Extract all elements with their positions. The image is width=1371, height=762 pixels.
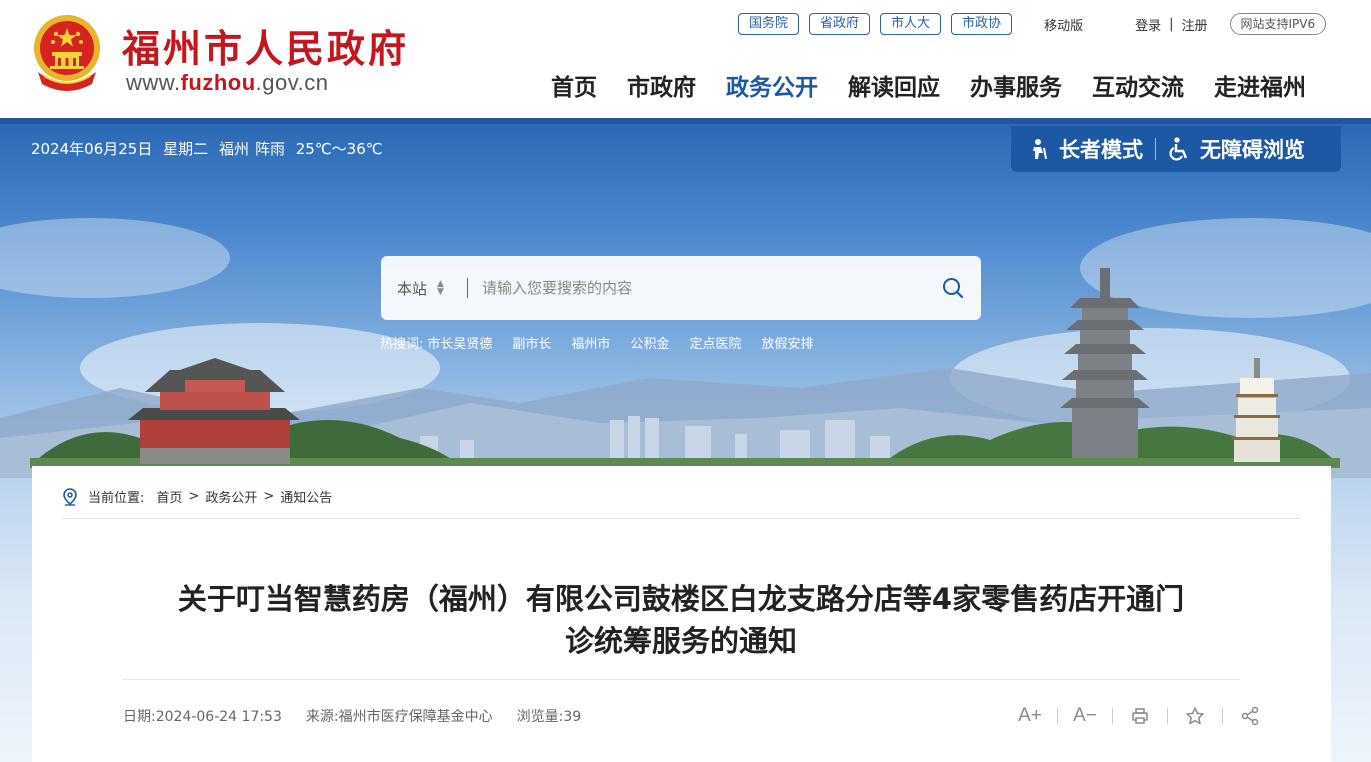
hot-word-vice-mayor[interactable]: 副市长 <box>512 333 551 352</box>
nav-municipal-gov[interactable]: 市政府 <box>627 68 696 102</box>
breadcrumb-home[interactable]: 首页 <box>156 487 182 506</box>
article-source-value: 福州市医疗保障基金中心 <box>338 709 493 725</box>
nav-interaction[interactable]: 互动交流 <box>1092 68 1184 102</box>
location-pin-icon <box>63 487 77 506</box>
print-button[interactable] <box>1125 703 1155 729</box>
breadcrumb-gov-affairs[interactable]: 政务公开 <box>205 487 257 506</box>
publish-date-value: 2024-06-24 17:53 <box>155 709 282 725</box>
site-title: 福州市人民政府 <box>122 26 410 71</box>
article-source-label: 来源: <box>305 709 339 725</box>
link-provincial-gov[interactable]: 省政府 <box>809 13 871 35</box>
breadcrumb: 当前位置: 首页 > 政务公开 > 通知公告 <box>62 487 332 506</box>
breadcrumb-separator: > <box>263 489 275 504</box>
url-highlight: fuzhou <box>180 70 256 95</box>
favorite-button[interactable] <box>1180 703 1210 729</box>
mobile-version-link[interactable]: 移动版 <box>1044 15 1083 34</box>
register-link[interactable]: 注册 <box>1181 15 1207 34</box>
print-icon <box>1132 708 1148 724</box>
article-card: 当前位置: 首页 > 政务公开 > 通知公告 关于叮当智慧药房（福州）有限公司鼓… <box>32 466 1331 762</box>
link-state-council[interactable]: 国务院 <box>738 13 800 35</box>
hot-word-mayor[interactable]: 市长吴贤德 <box>427 333 492 352</box>
link-municipal-congress[interactable]: 市人大 <box>880 13 942 35</box>
date-text: 2024年06月25日 <box>31 140 153 158</box>
search-icon <box>943 278 964 299</box>
breadcrumb-prefix: 当前位置: <box>88 491 145 506</box>
nav-home[interactable]: 首页 <box>551 68 597 102</box>
font-increase-button[interactable]: A+ <box>1015 703 1045 729</box>
link-municipal-cppcc[interactable]: 市政协 <box>951 13 1013 35</box>
tool-divider <box>1057 708 1058 724</box>
tool-divider <box>1222 708 1223 724</box>
breadcrumb-separator: > <box>188 489 200 504</box>
hot-word-fuzhou[interactable]: 福州市 <box>571 333 610 352</box>
star-icon <box>1186 707 1204 725</box>
share-button[interactable] <box>1235 703 1265 729</box>
article-title-line2: 诊统筹服务的通知 <box>564 624 797 658</box>
wheelchair-icon <box>1169 137 1188 161</box>
weather-text: 阵雨 <box>254 140 285 158</box>
hot-word-housing-fund[interactable]: 公积金 <box>630 333 669 352</box>
article-meta: 日期:2024-06-24 17:53 来源:福州市医疗保障基金中心 浏览量:3… <box>123 706 605 726</box>
weekday-text: 星期二 <box>163 140 209 158</box>
tool-divider <box>1167 708 1168 724</box>
view-count: 浏览量:39 <box>517 706 582 726</box>
accessibility-modes: 长者模式 无障碍浏览 <box>1011 126 1341 172</box>
nav-gov-affairs-open[interactable]: 政务公开 <box>726 68 818 102</box>
search-divider <box>467 278 468 298</box>
elder-mode-button[interactable]: 长者模式 <box>1029 134 1143 164</box>
login-link[interactable]: 登录 <box>1135 15 1161 34</box>
hot-search-label: 热搜词: <box>380 337 424 352</box>
site-header: 福州市人民政府 www.fuzhou.gov.cn 国务院 省政府 市人大 市政… <box>0 0 1371 118</box>
search-input[interactable] <box>482 279 925 297</box>
nav-about-fuzhou[interactable]: 走进福州 <box>1214 68 1306 102</box>
hot-word-hospital[interactable]: 定点医院 <box>689 333 741 352</box>
city-text: 福州 <box>218 140 249 158</box>
search-scope-label: 本站 <box>397 279 428 298</box>
publish-date: 日期:2024-06-24 17:53 <box>123 706 282 726</box>
accessible-label: 无障碍浏览 <box>1200 138 1305 162</box>
top-links: 国务院 省政府 市人大 市政协 移动版 登录 | 注册 网站支持IPV6 <box>738 13 1327 35</box>
font-decrease-button[interactable]: A− <box>1070 703 1100 729</box>
view-count-label: 浏览量: <box>516 709 564 725</box>
hot-search-words: 热搜词: 市长吴贤德 副市长 福州市 公积金 定点医院 放假安排 <box>380 333 833 352</box>
site-url: www.fuzhou.gov.cn <box>126 70 328 96</box>
title-divider <box>122 679 1240 680</box>
article-title: 关于叮当智慧药房（福州）有限公司鼓楼区白龙支路分店等4家零售药店开通门 诊统筹服… <box>122 578 1240 662</box>
temperature-text: 25℃～36℃ <box>295 140 383 158</box>
mode-divider <box>1155 138 1156 160</box>
national-emblem-icon <box>34 15 100 91</box>
ipv6-badge: 网站支持IPV6 <box>1229 13 1327 35</box>
elder-mode-label: 长者模式 <box>1059 138 1143 162</box>
share-icon <box>1241 706 1259 726</box>
hot-word-holiday[interactable]: 放假安排 <box>761 333 813 352</box>
search-box: 本站 ▲ ▼ <box>381 256 981 320</box>
main-nav: 首页 市政府 政务公开 解读回应 办事服务 互动交流 走进福州 <box>551 68 1306 102</box>
article-title-line1: 关于叮当智慧药房（福州）有限公司鼓楼区白龙支路分店等4家零售药店开通门 <box>177 582 1185 616</box>
publish-date-label: 日期: <box>123 709 156 725</box>
article-tools: A+ A− <box>1015 703 1265 729</box>
article-source: 来源:福州市医疗保障基金中心 <box>306 706 493 726</box>
search-scope-select[interactable]: 本站 ▲ ▼ <box>381 278 467 299</box>
nav-interpretation[interactable]: 解读回应 <box>848 68 940 102</box>
elder-icon <box>1033 139 1047 160</box>
search-button[interactable] <box>925 256 981 320</box>
view-count-value: 39 <box>563 709 582 725</box>
tool-divider <box>1112 708 1113 724</box>
accessible-browse-button[interactable]: 无障碍浏览 <box>1168 134 1305 164</box>
sort-arrows-icon: ▲ ▼ <box>437 279 444 297</box>
date-weather: 2024年06月25日 星期二 福州 阵雨 25℃～36℃ <box>31 138 389 159</box>
nav-services[interactable]: 办事服务 <box>970 68 1062 102</box>
breadcrumb-notices[interactable]: 通知公告 <box>280 487 332 506</box>
login-divider: | <box>1169 16 1174 32</box>
url-prefix: www. <box>126 70 181 95</box>
breadcrumb-divider <box>62 518 1300 519</box>
url-suffix: .gov.cn <box>255 70 329 95</box>
